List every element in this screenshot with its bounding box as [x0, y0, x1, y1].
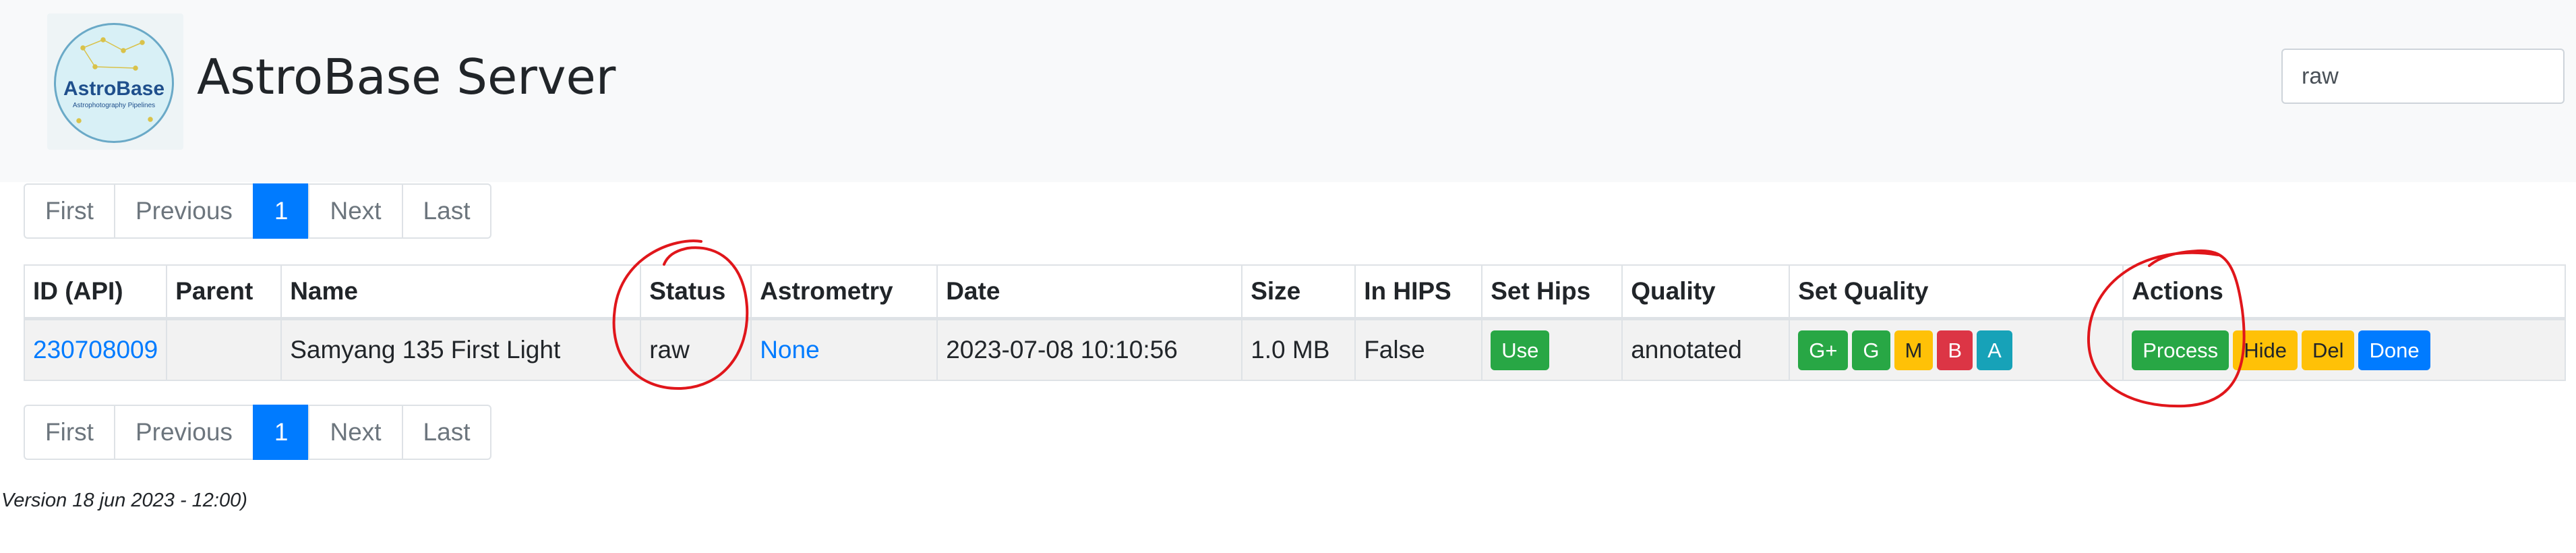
col-header-astrometry: Astrometry — [750, 264, 938, 320]
col-header-in-hips: In HIPS — [1354, 264, 1483, 320]
cell-parent — [166, 318, 282, 381]
col-header-quality: Quality — [1621, 264, 1791, 320]
page-last-button[interactable]: Last — [401, 405, 492, 460]
col-header-parent: Parent — [166, 264, 282, 320]
version-text: Version 18 jun 2023 - 12:00) — [1, 490, 247, 511]
quality-gplus-button[interactable]: G+ — [1798, 330, 1849, 370]
col-header-actions: Actions — [2122, 264, 2566, 320]
navbar: AstroBase Astrophotography Pipelines Ast… — [0, 0, 2576, 182]
cell-name: Samyang 135 First Light — [280, 318, 642, 381]
astrobase-logo[interactable]: AstroBase Astrophotography Pipelines — [47, 13, 183, 150]
col-header-date: Date — [936, 264, 1243, 320]
col-header-id: ID (API) — [23, 264, 168, 320]
cell-actions: Process Hide Del Done — [2122, 318, 2566, 381]
page-first-button[interactable]: First — [24, 183, 115, 239]
images-table: ID (API) Parent Name Status Astrometry D… — [23, 264, 2566, 381]
page-previous-button[interactable]: Previous — [113, 405, 254, 460]
col-header-status: Status — [640, 264, 752, 320]
page-current-button[interactable]: 1 — [252, 183, 310, 239]
cell-astrometry: None — [750, 318, 938, 381]
page-next-button[interactable]: Next — [308, 183, 403, 239]
cell-status: raw — [640, 318, 752, 381]
logo-subtext: Astrophotography Pipelines — [72, 102, 156, 109]
quality-a-button[interactable]: A — [1977, 330, 2012, 370]
col-header-size: Size — [1241, 264, 1356, 320]
table-row: 230708009 Samyang 135 First Light raw No… — [23, 318, 2566, 381]
hide-button[interactable]: Hide — [2233, 330, 2298, 370]
logo-text: AstroBase — [63, 78, 165, 100]
logo-circle: AstroBase Astrophotography Pipelines — [54, 23, 174, 143]
table-header-row: ID (API) Parent Name Status Astrometry D… — [23, 264, 2566, 320]
cell-quality: annotated — [1621, 318, 1791, 381]
delete-button[interactable]: Del — [2301, 330, 2355, 370]
cell-id: 230708009 — [23, 318, 168, 381]
col-header-name: Name — [280, 264, 642, 320]
quality-b-button[interactable]: B — [1937, 330, 1973, 370]
pagination-bottom: First Previous 1 Next Last — [24, 405, 492, 460]
page-previous-button[interactable]: Previous — [113, 183, 254, 239]
quality-g-button[interactable]: G — [1852, 330, 1890, 370]
cell-in-hips: False — [1354, 318, 1483, 381]
search-input[interactable] — [2281, 49, 2565, 104]
pagination-top: First Previous 1 Next Last — [24, 183, 492, 239]
col-header-set-hips: Set Hips — [1481, 264, 1623, 320]
col-header-set-quality: Set Quality — [1789, 264, 2124, 320]
cell-set-quality: G+ G M B A — [1789, 318, 2124, 381]
page-next-button[interactable]: Next — [308, 405, 403, 460]
page-current-button[interactable]: 1 — [252, 405, 310, 460]
cell-size: 1.0 MB — [1241, 318, 1356, 381]
done-button[interactable]: Done — [2358, 330, 2430, 370]
quality-m-button[interactable]: M — [1894, 330, 1934, 370]
process-button[interactable]: Process — [2132, 330, 2229, 370]
page-first-button[interactable]: First — [24, 405, 115, 460]
astrometry-link[interactable]: None — [760, 336, 819, 363]
brand-title[interactable]: AstroBase Server — [197, 49, 616, 105]
cell-set-hips: Use — [1481, 318, 1623, 381]
image-id-link[interactable]: 230708009 — [33, 336, 158, 363]
page-last-button[interactable]: Last — [401, 183, 492, 239]
cell-date: 2023-07-08 10:10:56 — [936, 318, 1243, 381]
use-hips-button[interactable]: Use — [1491, 330, 1550, 370]
